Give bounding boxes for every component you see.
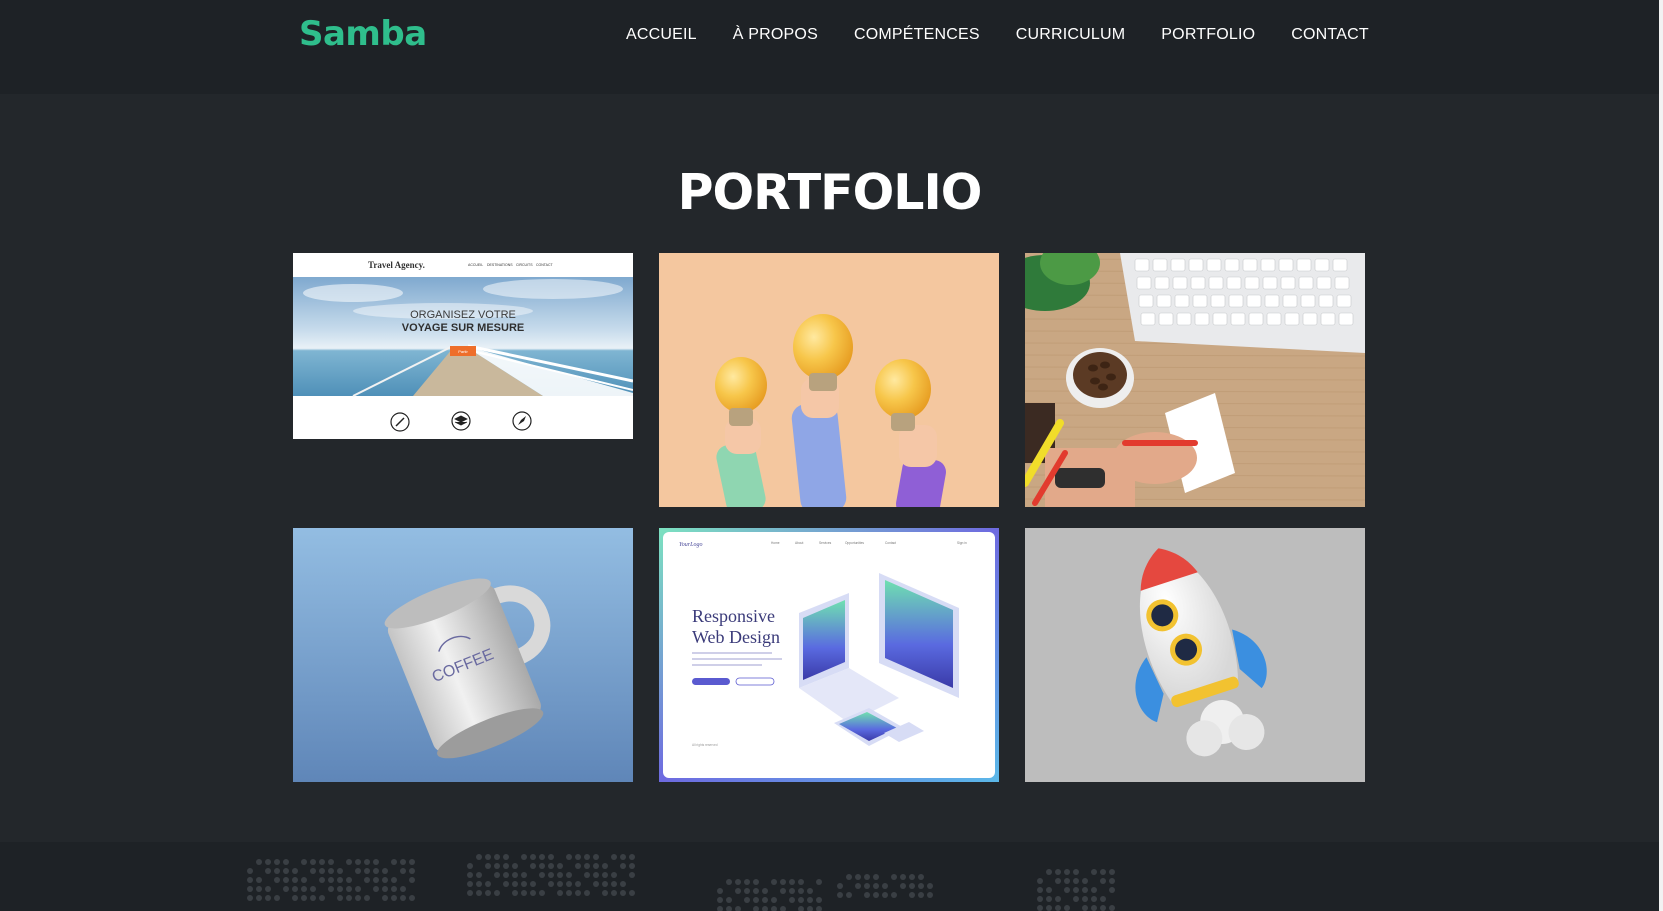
nav-item-contact[interactable]: CONTACT	[1291, 26, 1369, 44]
travel-headline-line1: ORGANISEZ VOTRE	[410, 309, 516, 321]
keyboard-icon	[1025, 253, 1365, 507]
svg-text:About: About	[795, 541, 803, 545]
svg-text:Contact: Contact	[885, 541, 896, 545]
rwd-logo: YourLogo	[679, 542, 702, 548]
portfolio-item-lightbulbs[interactable]	[659, 253, 999, 507]
portfolio-item-desk[interactable]	[1025, 253, 1365, 507]
site-header: Samba ACCUEIL À PROPOS COMPÉTENCES CURRI…	[0, 0, 1659, 94]
world-map-dots-decoration	[247, 854, 1115, 911]
svg-text:Services: Services	[819, 541, 832, 545]
travel-site-nav-4: CONTACT	[536, 263, 554, 267]
svg-text:Sign in: Sign in	[957, 541, 967, 545]
nav-item-curriculum[interactable]: CURRICULUM	[1016, 26, 1126, 44]
svg-text:All rights reserved: All rights reserved	[692, 743, 718, 747]
travel-site-nav-1: ACCUEIL	[468, 263, 483, 267]
travel-site-nav-2: DESTINATIONS	[487, 263, 513, 267]
travel-cta-label: Partir	[458, 349, 468, 354]
portfolio-title: PORTFOLIO	[677, 164, 983, 221]
portfolio-item-coffee-mug[interactable]: COFFEE	[293, 528, 633, 782]
rwd-primary-button	[692, 678, 730, 685]
responsive-design-preview: YourLogo Home About Services Opportuniti…	[659, 528, 999, 782]
rwd-headline-line1: Responsive	[692, 606, 775, 626]
travel-headline-line2: VOYAGE SUR MESURE	[402, 322, 524, 334]
svg-text:Opportunities: Opportunities	[845, 541, 864, 545]
nav-item-competences[interactable]: COMPÉTENCES	[854, 26, 980, 44]
lightbulb-icon	[659, 253, 999, 507]
travel-site-title: Travel Agency.	[368, 260, 425, 270]
main-nav: ACCUEIL À PROPOS COMPÉTENCES CURRICULUM …	[626, 26, 1369, 44]
scrollbar-thumb[interactable]	[1659, 0, 1663, 911]
site-footer	[0, 842, 1659, 911]
travel-agency-preview: Travel Agency. ACCUEIL DESTINATIONS CIRC…	[293, 253, 633, 439]
scrollbar[interactable]	[1659, 0, 1663, 911]
nav-item-a-propos[interactable]: À PROPOS	[733, 26, 818, 44]
site-logo[interactable]: Samba	[299, 14, 427, 54]
portfolio-item-travel-agency[interactable]: Travel Agency. ACCUEIL DESTINATIONS CIRC…	[293, 253, 633, 439]
portfolio-item-rocket[interactable]	[1025, 528, 1365, 782]
portfolio-item-responsive-web-design[interactable]: YourLogo Home About Services Opportuniti…	[659, 528, 999, 782]
rwd-headline-line2: Web Design	[692, 627, 780, 647]
nav-item-portfolio[interactable]: PORTFOLIO	[1161, 26, 1255, 44]
mug-icon: COFFEE	[293, 528, 633, 782]
nav-item-accueil[interactable]: ACCUEIL	[626, 26, 697, 44]
rocket-icon	[1025, 528, 1365, 782]
svg-text:Home: Home	[771, 541, 780, 545]
travel-site-nav-3: CIRCUITS	[516, 263, 533, 267]
